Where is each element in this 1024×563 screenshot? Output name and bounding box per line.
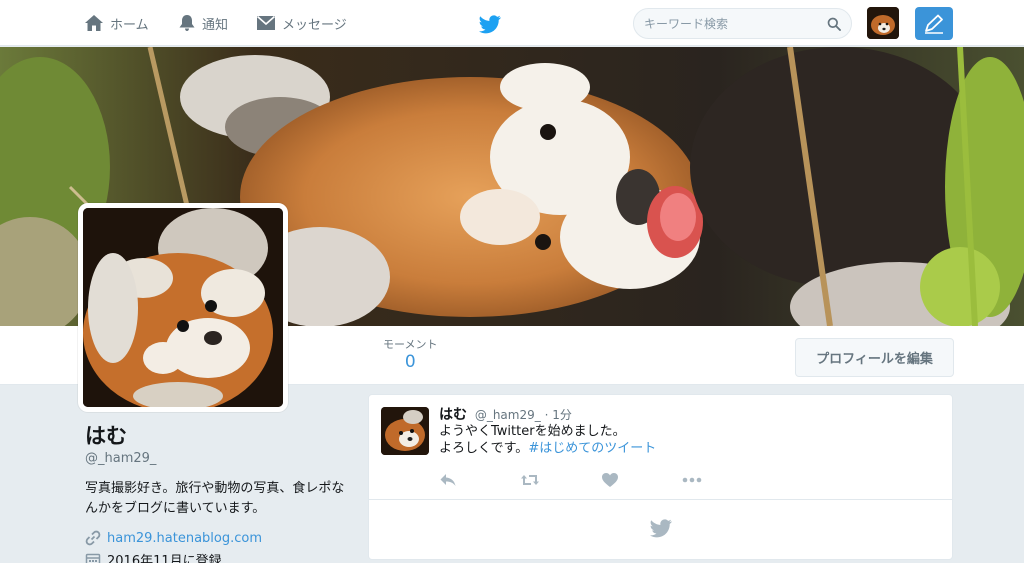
profile-card: はむ @_ham29_ 写真撮影好き。旅行や動物の写真、食レポなんかをブログに書… <box>85 420 355 563</box>
tweet-header: はむ @_ham29_ · 1分 <box>439 404 572 424</box>
timeline: はむ @_ham29_ · 1分 ようやくTwitterを始めました。 よろしく… <box>368 394 953 560</box>
twitter-bird-icon <box>650 519 672 538</box>
nav-home-label: ホーム <box>110 17 149 33</box>
profile-name[interactable]: はむ <box>85 420 355 450</box>
home-icon <box>85 15 103 31</box>
more-button[interactable] <box>682 470 763 490</box>
tweet-author-name[interactable]: はむ <box>439 407 467 423</box>
tweet-separator: · <box>544 408 549 422</box>
link-icon <box>85 530 101 546</box>
profile-handle[interactable]: @_ham29_ <box>85 451 355 466</box>
reply-icon <box>440 474 456 486</box>
more-icon <box>682 477 702 483</box>
reply-button[interactable] <box>439 470 520 490</box>
tweet-avatar[interactable] <box>381 407 429 455</box>
tweet-text-line-2-body: よろしくです。 <box>439 441 529 456</box>
profile-joined-row: 2016年11月に登録 <box>85 550 355 563</box>
retweet-icon <box>521 475 539 485</box>
tweet-text: ようやくTwitterを始めました。 よろしくです。#はじめてのツイート <box>439 423 656 457</box>
nav-notifications-label: 通知 <box>202 17 229 33</box>
search-placeholder: キーワード検索 <box>644 17 729 31</box>
moments-stat[interactable]: モーメント 0 <box>383 336 438 372</box>
profile-joined-date: 2016年11月に登録 <box>107 554 222 563</box>
like-button[interactable] <box>601 470 682 490</box>
nav-messages-label: メッセージ <box>282 17 347 33</box>
edit-profile-button[interactable]: プロフィールを編集 <box>795 338 954 377</box>
timeline-divider <box>369 499 952 500</box>
moments-count: 0 <box>404 352 416 372</box>
tweet-timestamp[interactable]: 1分 <box>552 408 572 422</box>
twitter-bird-icon[interactable] <box>479 13 501 35</box>
compose-tweet-button[interactable] <box>915 7 953 40</box>
tweet-text-line-1: ようやくTwitterを始めました。 <box>439 424 626 439</box>
tweet-actions <box>439 470 763 490</box>
tweet-hashtag-link[interactable]: #はじめてのツイート <box>528 441 656 456</box>
nav-home[interactable]: ホーム <box>84 0 149 46</box>
profile-avatar[interactable] <box>78 203 288 412</box>
compose-icon <box>925 14 943 34</box>
red-panda-avatar-image <box>83 208 283 407</box>
search-input[interactable]: キーワード検索 <box>633 8 852 39</box>
bell-icon <box>179 15 195 31</box>
profile-url-row: ham29.hatenablog.com <box>85 530 355 546</box>
calendar-icon <box>85 553 101 563</box>
heart-icon <box>602 473 618 487</box>
tweet-text-line-2: よろしくです。#はじめてのツイート <box>439 440 656 457</box>
red-panda-tweet-avatar <box>381 407 429 455</box>
profile-url-link[interactable]: ham29.hatenablog.com <box>107 531 262 546</box>
profile-bio: 写真撮影好き。旅行や動物の写真、食レポなんかをブログに書いています。 <box>85 481 345 516</box>
nav-notifications[interactable]: 通知 <box>178 0 228 46</box>
red-panda-thumbnail <box>867 7 899 39</box>
retweet-button[interactable] <box>520 470 601 490</box>
search-icon[interactable] <box>827 17 841 31</box>
top-navigation-bar: ホーム 通知 メッセージ キーワード検索 <box>0 0 1024 46</box>
tweet-author-handle[interactable]: @_ham29_ <box>475 408 541 422</box>
account-avatar[interactable] <box>867 7 899 39</box>
nav-messages[interactable]: メッセージ <box>256 0 347 46</box>
envelope-icon <box>256 15 276 30</box>
moments-label: モーメント <box>383 338 438 351</box>
